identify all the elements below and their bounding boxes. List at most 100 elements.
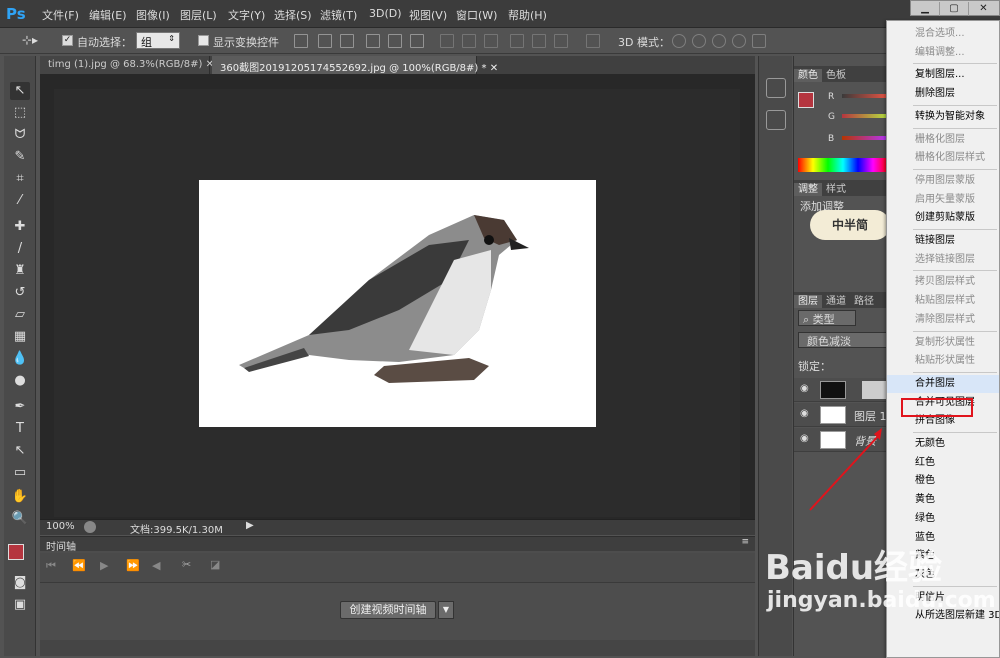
healing-brush-icon[interactable]: ✚ [10, 218, 30, 236]
menu-item-6[interactable]: 滤镜(T) [320, 7, 357, 23]
pen-tool-icon[interactable]: ✒ [10, 398, 30, 416]
context-menu-item[interactable]: 黄色 [887, 491, 999, 509]
3d-drag-icon[interactable] [712, 34, 726, 48]
create-video-timeline-button[interactable]: 创建视频时间轴 [340, 601, 436, 619]
tab-channels[interactable]: 通道 [822, 295, 850, 308]
layer-kind-filter[interactable]: ⌕ 类型 [798, 310, 856, 326]
gradient-tool-icon[interactable]: ▦ [10, 328, 30, 346]
crop-tool-icon[interactable]: ⌗ [10, 170, 30, 188]
context-menu-item[interactable]: 创建剪贴蒙版 [887, 209, 999, 227]
foreground-color-swatch[interactable] [8, 544, 24, 560]
align-hcenter-icon[interactable] [388, 34, 402, 48]
b-slider[interactable] [842, 136, 889, 140]
context-menu-item[interactable]: 绿色 [887, 510, 999, 528]
screen-mode-icon[interactable]: ▣ [10, 596, 30, 614]
menu-item-7[interactable]: 3D(D) [369, 7, 402, 20]
menu-item-9[interactable]: 窗口(W) [456, 7, 497, 23]
menu-bar: Ps ▁ ▢ ✕ 文件(F) 编辑(E) 图像(I) 图层(L) 文字(Y) 选择(S) 滤镜(… [0, 0, 1000, 28]
next-frame-icon[interactable]: ⏩ [126, 559, 140, 572]
path-select-icon[interactable]: ↖ [10, 442, 30, 460]
3d-rotate-icon[interactable] [672, 34, 686, 48]
3d-slide-icon[interactable] [732, 34, 746, 48]
context-menu-item[interactable]: 合并图层 [887, 374, 999, 393]
align-bottom-icon[interactable] [340, 34, 354, 48]
align-vcenter-icon[interactable] [318, 34, 332, 48]
maximize-icon[interactable]: ▢ [940, 2, 969, 16]
menu-item-3[interactable]: 图层(L) [180, 7, 217, 23]
blend-mode-select[interactable]: 颜色减淡 [798, 332, 888, 348]
status-info-icon[interactable] [84, 521, 96, 533]
r-slider[interactable] [842, 94, 889, 98]
align-left-icon[interactable] [366, 34, 380, 48]
rectangle-tool-icon[interactable]: ▭ [10, 464, 30, 482]
hand-tool-icon[interactable]: ✋ [10, 488, 30, 506]
menu-item-1[interactable]: 编辑(E) [89, 7, 127, 23]
close-icon[interactable]: ✕ [969, 2, 998, 16]
transition-icon[interactable]: ◪ [210, 558, 220, 571]
history-brush-icon[interactable]: ↺ [10, 284, 30, 302]
tab-timg[interactable]: timg (1).jpg @ 68.3%(RGB/8#) ✕ [40, 56, 214, 74]
3d-scale-icon[interactable] [752, 34, 766, 48]
tab-color[interactable]: 颜色 [794, 69, 822, 82]
clone-stamp-icon[interactable]: ♜ [10, 262, 30, 280]
show-transform-checkbox[interactable] [198, 35, 209, 46]
zoom-tool-icon[interactable]: 🔍 [10, 510, 30, 528]
context-menu-item[interactable]: 删除图层 [887, 85, 999, 103]
auto-select-checkbox[interactable]: ✓ [62, 35, 73, 46]
color-fg-swatch[interactable] [798, 92, 814, 108]
align-right-icon[interactable] [410, 34, 424, 48]
dodge-tool-icon[interactable]: ● [10, 372, 30, 390]
scissors-icon[interactable]: ✂ [182, 558, 191, 571]
g-slider[interactable] [842, 114, 889, 118]
tab-swatches[interactable]: 色板 [822, 69, 850, 82]
3d-roll-icon[interactable] [692, 34, 706, 48]
context-menu-item[interactable]: 转换为智能对象 [887, 108, 999, 126]
play-icon[interactable]: ▶ [100, 559, 108, 572]
first-frame-icon[interactable]: ⏮ [46, 559, 56, 573]
quick-mask-icon[interactable]: ◙ [10, 574, 30, 592]
tab-adjustments[interactable]: 调整 [794, 183, 822, 196]
close-icon[interactable]: ✕ [490, 63, 498, 74]
menu-item-8[interactable]: 视图(V) [409, 7, 447, 23]
audio-icon[interactable]: ◀ [152, 559, 160, 572]
context-menu-item[interactable]: 蓝色 [887, 529, 999, 547]
create-video-dropdown[interactable]: ▼ [438, 601, 454, 619]
context-menu-item[interactable]: 链接图层 [887, 232, 999, 250]
context-menu-item[interactable]: 橙色 [887, 472, 999, 490]
context-menu-item[interactable]: 无颜色 [887, 435, 999, 453]
status-menu-arrow-icon[interactable]: ▶ [246, 520, 254, 531]
type-tool-icon[interactable]: T [10, 420, 30, 438]
panel-menu-icon[interactable]: ≡ [741, 537, 749, 547]
eraser-tool-icon[interactable]: ▱ [10, 306, 30, 324]
marquee-tool-icon[interactable]: ⬚ [10, 104, 30, 122]
eye-icon[interactable]: ◉ [800, 408, 809, 419]
align-top-icon[interactable] [294, 34, 308, 48]
tab-layers[interactable]: 图层 [794, 295, 822, 308]
quick-select-tool-icon[interactable]: ✎ [10, 148, 30, 166]
tab-paths[interactable]: 路径 [850, 295, 878, 308]
menu-item-4[interactable]: 文字(Y) [228, 7, 265, 23]
context-menu-item[interactable]: 复制图层... [887, 66, 999, 84]
tab-styles[interactable]: 样式 [822, 183, 850, 196]
move-tool-icon[interactable]: ↖ [10, 82, 30, 100]
eye-icon[interactable]: ◉ [800, 383, 809, 394]
move-tool-icon[interactable]: ⊹▸ [22, 33, 38, 47]
eyedropper-tool-icon[interactable]: ⁄ [10, 192, 30, 210]
menu-item-0[interactable]: 文件(F) [42, 7, 79, 23]
color-spectrum[interactable] [798, 158, 888, 172]
menu-item-10[interactable]: 帮助(H) [508, 7, 547, 23]
tab-screenshot[interactable]: 360截图20191205174552692.jpg @ 100%(RGB/8#… [212, 56, 498, 74]
prev-frame-icon[interactable]: ⏪ [72, 559, 86, 572]
context-menu-item[interactable]: 红色 [887, 454, 999, 472]
properties-panel-icon[interactable] [766, 110, 786, 130]
menu-item-2[interactable]: 图像(I) [136, 7, 170, 23]
menu-item-5[interactable]: 选择(S) [274, 7, 312, 23]
blur-tool-icon[interactable]: 💧 [10, 350, 30, 368]
layer-row-adjustment[interactable]: ◉ [794, 378, 889, 402]
brush-tool-icon[interactable]: / [10, 240, 30, 258]
minimize-icon[interactable]: ▁ [911, 2, 940, 16]
document-canvas[interactable] [199, 180, 596, 427]
auto-select-dropdown[interactable]: 组 ⇕ [136, 32, 180, 49]
lasso-tool-icon[interactable]: ᗢ [10, 126, 30, 144]
history-panel-icon[interactable] [766, 78, 786, 98]
